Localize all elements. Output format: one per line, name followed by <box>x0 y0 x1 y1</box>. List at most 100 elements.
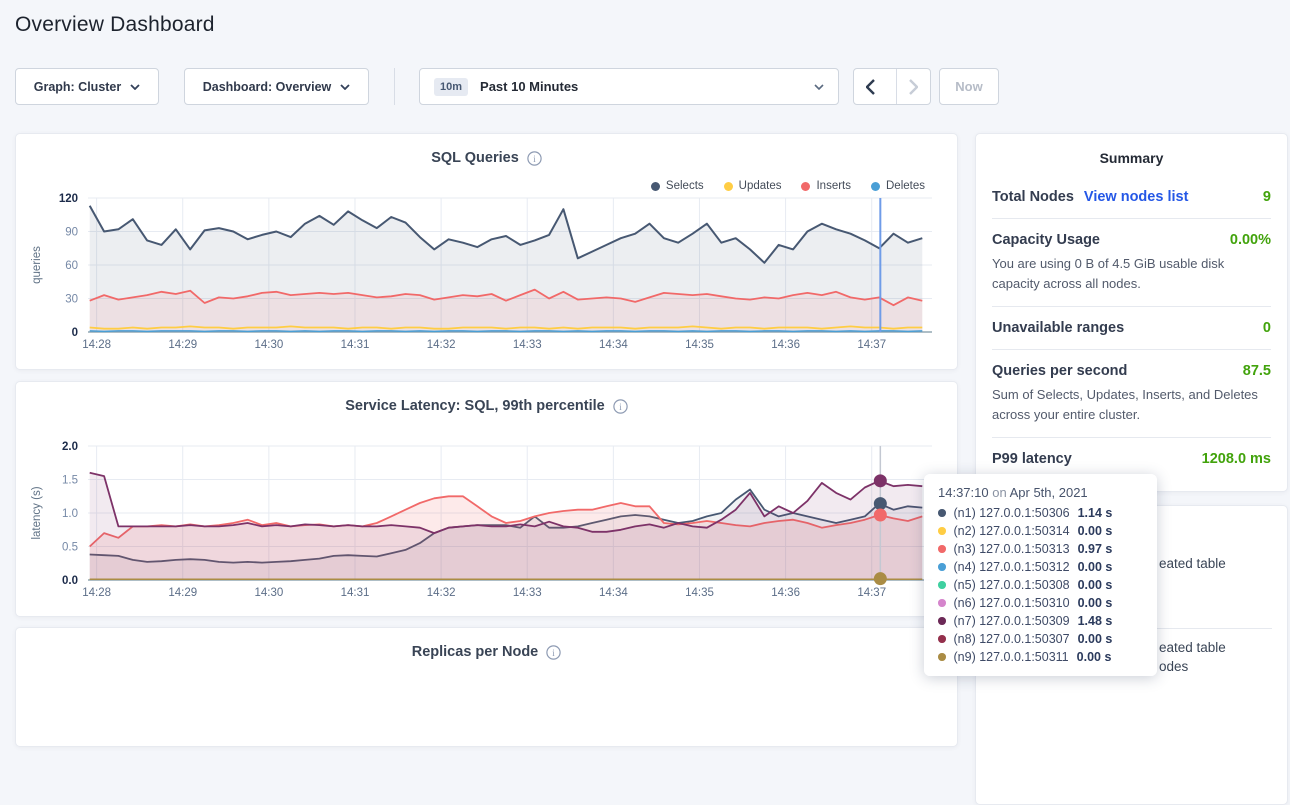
svg-text:i: i <box>533 154 536 164</box>
tooltip-node-row: (n1) 127.0.0.1:50306 1.14 s <box>938 504 1143 522</box>
info-icon[interactable]: i <box>613 399 628 414</box>
graph-dropdown-label: Graph: Cluster <box>34 80 122 94</box>
node-color-dot <box>938 563 946 571</box>
metric-value: 0.00% <box>1230 232 1271 248</box>
svg-text:30: 30 <box>65 294 78 306</box>
svg-text:14:33: 14:33 <box>513 339 542 351</box>
summary-metric-row: Total Nodes View nodes list 9 <box>992 176 1271 218</box>
info-icon[interactable]: i <box>527 151 542 166</box>
svg-text:14:36: 14:36 <box>771 587 800 599</box>
svg-text:i: i <box>619 402 622 412</box>
now-button[interactable]: Now <box>939 68 999 105</box>
dashboard-dropdown-label: Dashboard: Overview <box>203 80 332 94</box>
page-title: Overview Dashboard <box>15 13 215 37</box>
latency-card: Service Latency: SQL, 99th percentile i … <box>15 381 958 617</box>
sql-queries-title: SQL Queries <box>431 150 519 166</box>
metric-value: 9 <box>1263 189 1271 205</box>
dashboard-dropdown[interactable]: Dashboard: Overview <box>184 68 369 105</box>
chart-hover-tooltip: 14:37:10 on Apr 5th, 2021 (n1) 127.0.0.1… <box>924 474 1157 676</box>
view-nodes-link[interactable]: View nodes list <box>1084 189 1189 205</box>
svg-text:14:32: 14:32 <box>427 587 456 599</box>
tooltip-timestamp: 14:37:10 on Apr 5th, 2021 <box>938 485 1143 500</box>
svg-text:0.5: 0.5 <box>62 542 78 554</box>
svg-text:14:32: 14:32 <box>427 339 456 351</box>
tooltip-rows: (n1) 127.0.0.1:50306 1.14 s (n2) 127.0.0… <box>938 504 1143 666</box>
svg-text:14:28: 14:28 <box>82 587 111 599</box>
svg-text:14:35: 14:35 <box>685 339 714 351</box>
svg-text:14:33: 14:33 <box>513 587 542 599</box>
summary-panel: Summary Total Nodes View nodes list 9 Ca… <box>975 133 1288 492</box>
svg-text:14:35: 14:35 <box>685 587 714 599</box>
svg-text:14:31: 14:31 <box>341 339 370 351</box>
node-color-dot <box>938 509 946 517</box>
svg-text:14:34: 14:34 <box>599 587 628 599</box>
time-range-picker[interactable]: 10m Past 10 Minutes <box>419 68 839 105</box>
chevron-right-icon <box>909 79 918 95</box>
svg-text:14:29: 14:29 <box>168 339 197 351</box>
time-back-button[interactable] <box>854 69 887 104</box>
svg-text:14:29: 14:29 <box>168 587 197 599</box>
tooltip-node-row: (n6) 127.0.0.1:50310 0.00 s <box>938 594 1143 612</box>
time-range-badge: 10m <box>434 78 468 96</box>
svg-text:latency (s): latency (s) <box>31 486 43 539</box>
metric-value: 87.5 <box>1243 363 1271 379</box>
svg-text:90: 90 <box>65 227 78 239</box>
svg-text:14:31: 14:31 <box>341 587 370 599</box>
node-color-dot <box>938 635 946 643</box>
tooltip-node-row: (n7) 127.0.0.1:50309 1.48 s <box>938 612 1143 630</box>
svg-text:120: 120 <box>59 193 78 205</box>
tooltip-node-row: (n9) 127.0.0.1:50311 0.00 s <box>938 648 1143 666</box>
node-color-dot <box>938 581 946 589</box>
summary-metric-row: Capacity Usage 0.00% You are using 0 B o… <box>992 218 1271 306</box>
svg-text:14:36: 14:36 <box>771 339 800 351</box>
svg-text:14:34: 14:34 <box>599 339 628 351</box>
graph-dropdown[interactable]: Graph: Cluster <box>15 68 159 105</box>
metric-value: 1208.0 ms <box>1202 451 1271 467</box>
time-range-label: Past 10 Minutes <box>480 79 578 94</box>
svg-text:14:30: 14:30 <box>254 339 283 351</box>
event-text-fragment: eated table <box>1159 556 1226 571</box>
chevron-down-icon <box>340 84 350 90</box>
svg-text:60: 60 <box>65 260 78 272</box>
summary-metric-row: Queries per second 87.5 Sum of Selects, … <box>992 349 1271 437</box>
summary-metric-row: Unavailable ranges 0 <box>992 306 1271 349</box>
replicas-title: Replicas per Node <box>412 644 539 660</box>
info-icon[interactable]: i <box>546 645 561 660</box>
sql-queries-chart[interactable]: 0 30 60 90 120 14:28 14:29 14:30 14:31 14:32 14:33… <box>16 184 959 370</box>
svg-text:14:37: 14:37 <box>857 339 886 351</box>
tooltip-node-row: (n2) 127.0.0.1:50314 0.00 s <box>938 522 1143 540</box>
svg-text:0: 0 <box>72 327 78 339</box>
time-forward-button[interactable] <box>896 69 930 104</box>
tooltip-node-row: (n3) 127.0.0.1:50313 0.97 s <box>938 540 1143 558</box>
node-color-dot <box>938 653 946 661</box>
event-text-fragment: eated table <box>1159 640 1226 655</box>
svg-text:1.0: 1.0 <box>62 508 78 520</box>
svg-text:14:30: 14:30 <box>254 587 283 599</box>
tooltip-node-row: (n5) 127.0.0.1:50308 0.00 s <box>938 576 1143 594</box>
tooltip-node-row: (n8) 127.0.0.1:50307 0.00 s <box>938 630 1143 648</box>
svg-text:1.5: 1.5 <box>62 475 78 487</box>
tooltip-node-row: (n4) 127.0.0.1:50312 0.00 s <box>938 558 1143 576</box>
svg-text:2.0: 2.0 <box>62 441 78 453</box>
sql-queries-card: SQL Queries i Selects Updates Inserts De… <box>15 133 958 370</box>
svg-text:14:37: 14:37 <box>857 587 886 599</box>
latency-chart[interactable]: 0.0 0.5 1.0 1.5 2.0 14:28 14:29 14:30 14:31 14:32… <box>16 432 959 618</box>
chevron-left-icon <box>866 79 875 95</box>
latency-title: Service Latency: SQL, 99th percentile <box>345 398 605 414</box>
svg-text:i: i <box>552 648 555 658</box>
svg-text:14:28: 14:28 <box>82 339 111 351</box>
time-nav-group <box>853 68 931 105</box>
svg-text:0.0: 0.0 <box>62 575 78 587</box>
chevron-down-icon <box>130 84 140 90</box>
chevron-down-icon <box>814 84 824 90</box>
node-color-dot <box>938 599 946 607</box>
node-color-dot <box>938 527 946 535</box>
toolbar-divider <box>394 68 395 105</box>
node-color-dot <box>938 545 946 553</box>
metric-value: 0 <box>1263 320 1271 336</box>
svg-text:queries: queries <box>31 246 43 284</box>
summary-metrics: Total Nodes View nodes list 9 Capacity U… <box>976 176 1287 480</box>
node-color-dot <box>938 617 946 625</box>
replicas-card: Replicas per Node i <box>15 627 958 747</box>
event-text-fragment: odes <box>1159 659 1188 674</box>
